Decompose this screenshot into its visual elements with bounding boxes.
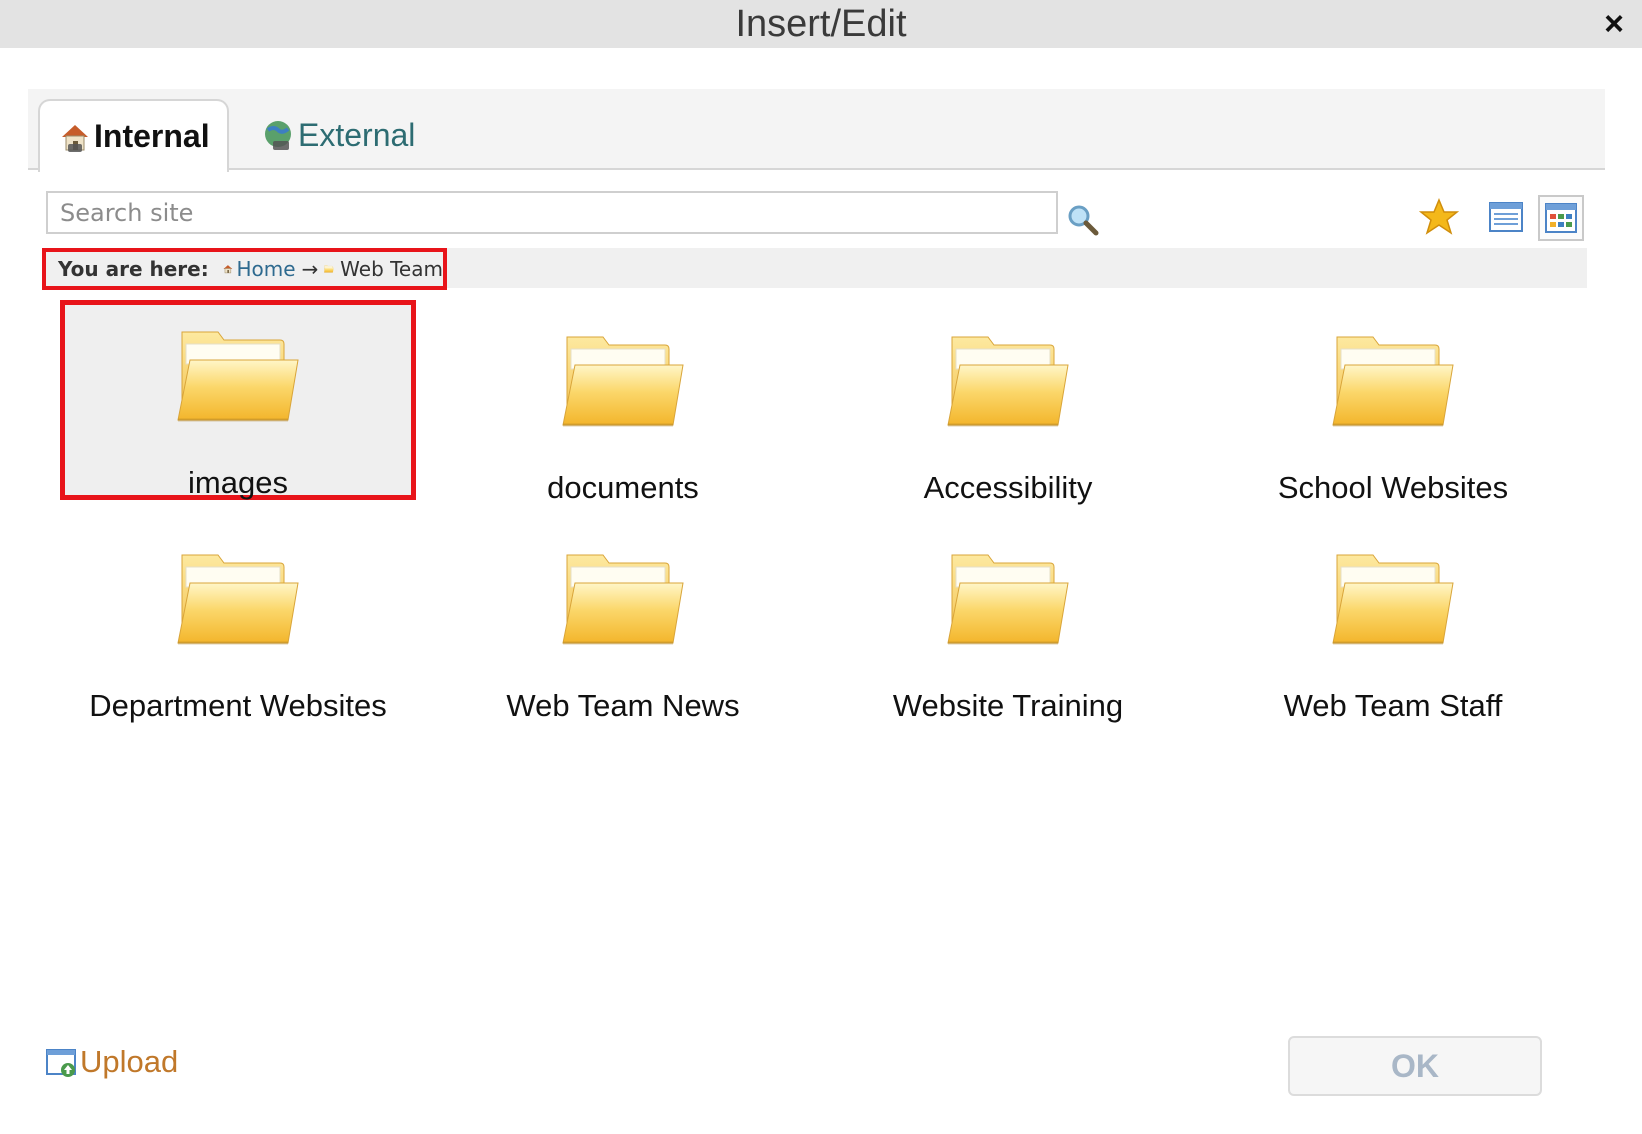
- tab-strip: Internal External: [28, 89, 1605, 172]
- folder-icon: [945, 551, 1071, 649]
- breadcrumb-separator: →: [301, 257, 319, 281]
- breadcrumb-current: Web Team: [340, 257, 443, 281]
- folder-name: Web Team Staff: [1283, 688, 1503, 723]
- folder-icon: [945, 333, 1071, 431]
- folder-icon: [175, 328, 301, 426]
- upload-link[interactable]: Upload: [46, 1044, 178, 1080]
- grid-view-icon: [1545, 203, 1577, 233]
- list-view-icon[interactable]: [1488, 199, 1524, 235]
- tab-external[interactable]: External: [256, 99, 456, 172]
- tab-internal-label: Internal: [94, 118, 210, 154]
- globe-link-icon: [265, 120, 291, 150]
- dialog-title: Insert/Edit: [735, 3, 907, 45]
- grid-view-button[interactable]: [1538, 195, 1584, 241]
- star-icon[interactable]: [1418, 197, 1460, 237]
- folder-item[interactable]: Web Team Staff: [1215, 523, 1571, 723]
- breadcrumb-home-link[interactable]: Home: [237, 257, 296, 281]
- tab-external-label: External: [298, 117, 416, 153]
- dialog-titlebar: Insert/Edit ×: [0, 0, 1642, 48]
- breadcrumb-label: You are here:: [58, 257, 209, 281]
- search-icon[interactable]: [1066, 203, 1100, 237]
- folder-icon: [324, 261, 334, 277]
- breadcrumb: You are here: Home → Web Team: [42, 248, 447, 290]
- folder-item[interactable]: School Websites: [1215, 305, 1571, 505]
- close-icon[interactable]: ×: [1598, 6, 1630, 42]
- folder-icon: [1330, 551, 1456, 649]
- folder-item[interactable]: Website Training: [830, 523, 1186, 723]
- upload-label: Upload: [80, 1044, 179, 1079]
- home-link-icon: [62, 124, 88, 152]
- folder-icon: [1330, 333, 1456, 431]
- folder-item[interactable]: Web Team News: [445, 523, 801, 723]
- folder-item[interactable]: Department Websites: [60, 523, 416, 723]
- folder-item[interactable]: documents: [445, 305, 801, 505]
- home-icon: [223, 265, 233, 274]
- ok-button[interactable]: OK: [1288, 1036, 1542, 1096]
- folder-icon: [560, 551, 686, 649]
- search-input[interactable]: [46, 191, 1058, 234]
- folder-icon: [175, 551, 301, 649]
- folder-item[interactable]: images: [60, 300, 416, 500]
- tab-internal[interactable]: Internal: [38, 99, 229, 172]
- folder-item[interactable]: Accessibility: [830, 305, 1186, 505]
- folder-icon: [560, 333, 686, 431]
- folder-name: School Websites: [1277, 470, 1509, 505]
- upload-icon: [46, 1049, 76, 1077]
